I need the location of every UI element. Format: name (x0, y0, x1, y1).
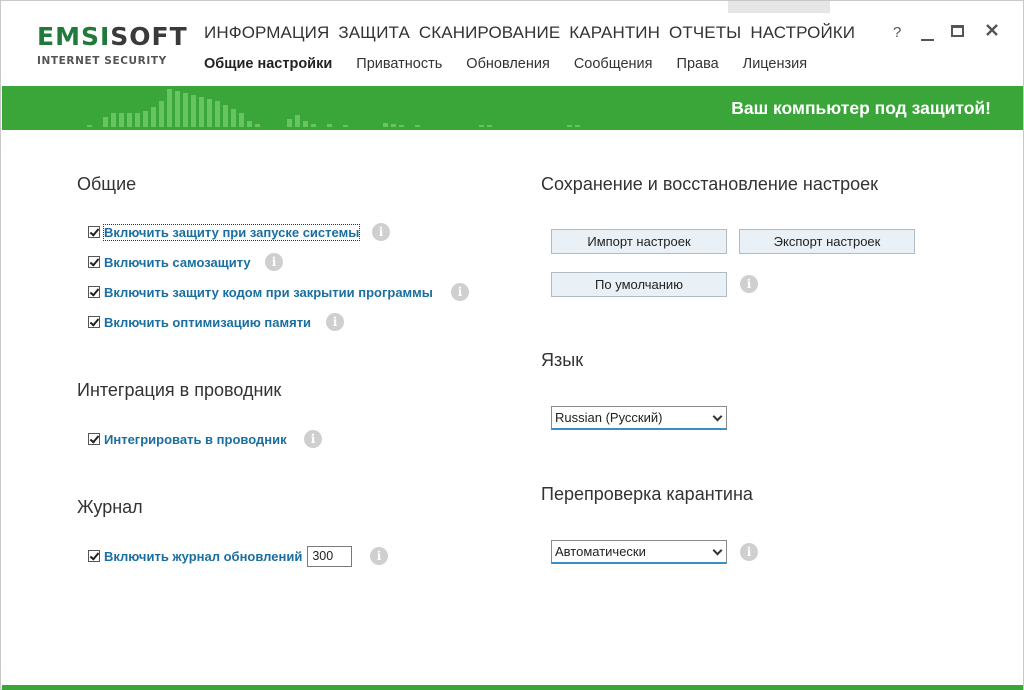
help-button[interactable]: ? (893, 23, 901, 43)
option-startup-protection: Включить защиту при запуске системы (88, 223, 361, 241)
label-self-protection[interactable]: Включить самозащиту (104, 255, 251, 270)
tab-permissions[interactable]: Права (677, 54, 719, 74)
app-window: EMSISOFT INTERNET SECURITY ИНФОРМАЦИЯ ЗА… (0, 0, 1024, 690)
section-title-language: Язык (541, 350, 584, 370)
tab-license[interactable]: Лицензия (743, 54, 807, 74)
option-self-protection: Включить самозащиту (88, 253, 251, 271)
nav-scan[interactable]: СКАНИРОВАНИЕ (419, 21, 560, 45)
close-icon (986, 24, 998, 36)
language-select-value: Russian (Русский) (555, 410, 663, 425)
info-icon[interactable]: i (304, 430, 322, 448)
logo: EMSISOFT INTERNET SECURITY (37, 23, 188, 68)
chevron-down-icon (712, 545, 723, 556)
tab-general-settings[interactable]: Общие настройки (204, 54, 332, 74)
reset-defaults-button[interactable]: По умолчанию (551, 272, 727, 297)
nav-reports[interactable]: ОТЧЕТЫ (669, 21, 741, 45)
brand-name: EMSISOFT (37, 23, 188, 51)
protection-status-text: Ваш компьютер под защитой! (731, 98, 991, 118)
language-select[interactable]: Russian (Русский) (551, 406, 727, 430)
checkbox-self-protection[interactable] (88, 256, 100, 268)
tab-updates[interactable]: Обновления (466, 54, 550, 74)
checkbox-update-journal[interactable] (88, 550, 100, 562)
section-title-backup: Сохранение и восстановление настроек (541, 174, 878, 194)
info-icon[interactable]: i (740, 543, 758, 561)
product-name: INTERNET SECURITY (37, 55, 167, 67)
minimize-button[interactable] (921, 25, 934, 41)
status-bar: Ваш компьютер под защитой! (2, 86, 1023, 130)
checkbox-startup-protection[interactable] (88, 226, 100, 238)
brand-part-2: SOFT (110, 22, 188, 51)
section-title-general: Общие (77, 174, 137, 194)
info-icon[interactable]: i (265, 253, 283, 271)
info-icon[interactable]: i (372, 223, 390, 241)
active-tab-marker (728, 1, 830, 13)
import-settings-button[interactable]: Импорт настроек (551, 229, 727, 254)
option-update-journal: Включить журнал обновлений (88, 545, 353, 567)
info-icon[interactable]: i (326, 313, 344, 331)
section-title-journal: Журнал (77, 497, 143, 517)
option-explorer-integration: Интегрировать в проводник (88, 430, 287, 448)
checkbox-explorer-integration[interactable] (88, 433, 100, 445)
main-nav: ИНФОРМАЦИЯ ЗАЩИТА СКАНИРОВАНИЕ КАРАНТИН … (204, 21, 855, 45)
quarantine-recheck-select[interactable]: Автоматически (551, 540, 727, 564)
nav-protection[interactable]: ЗАЩИТА (338, 21, 410, 45)
maximize-button[interactable] (951, 25, 964, 37)
section-title-explorer: Интеграция в проводник (77, 380, 282, 400)
info-icon[interactable]: i (740, 275, 758, 293)
label-startup-protection[interactable]: Включить защиту при запуске системы (102, 223, 361, 241)
export-settings-button[interactable]: Экспорт настроек (739, 229, 915, 254)
minimize-icon (921, 39, 934, 41)
maximize-icon (951, 25, 964, 37)
settings-subnav: Общие настройки Приватность Обновления С… (204, 54, 807, 74)
label-explorer-integration[interactable]: Интегрировать в проводник (104, 432, 287, 447)
chevron-down-icon (712, 411, 723, 422)
journal-size-input[interactable] (307, 545, 353, 567)
info-icon[interactable]: i (451, 283, 469, 301)
nav-settings[interactable]: НАСТРОЙКИ (750, 21, 855, 45)
option-exit-password: Включить защиту кодом при закрытии прогр… (88, 283, 433, 301)
quarantine-recheck-value: Автоматически (555, 544, 646, 559)
label-exit-password[interactable]: Включить защиту кодом при закрытии прогр… (104, 285, 433, 300)
brand-part-1: EMSI (37, 22, 111, 51)
label-memory-optimization[interactable]: Включить оптимизацию памяти (104, 315, 311, 330)
checkbox-exit-password[interactable] (88, 286, 100, 298)
section-title-quarantine-recheck: Перепроверка карантина (541, 484, 753, 504)
option-memory-optimization: Включить оптимизацию памяти (88, 313, 311, 331)
info-icon[interactable]: i (370, 547, 388, 565)
label-update-journal[interactable]: Включить журнал обновлений (104, 549, 302, 564)
nav-info[interactable]: ИНФОРМАЦИЯ (204, 21, 329, 45)
close-button[interactable] (985, 23, 999, 43)
checkbox-memory-optimization[interactable] (88, 316, 100, 328)
activity-graph (87, 87, 607, 127)
bottom-accent-strip (2, 685, 1023, 690)
nav-quarantine[interactable]: КАРАНТИН (569, 21, 660, 45)
tab-notifications[interactable]: Сообщения (574, 54, 653, 74)
tab-privacy[interactable]: Приватность (356, 54, 442, 74)
